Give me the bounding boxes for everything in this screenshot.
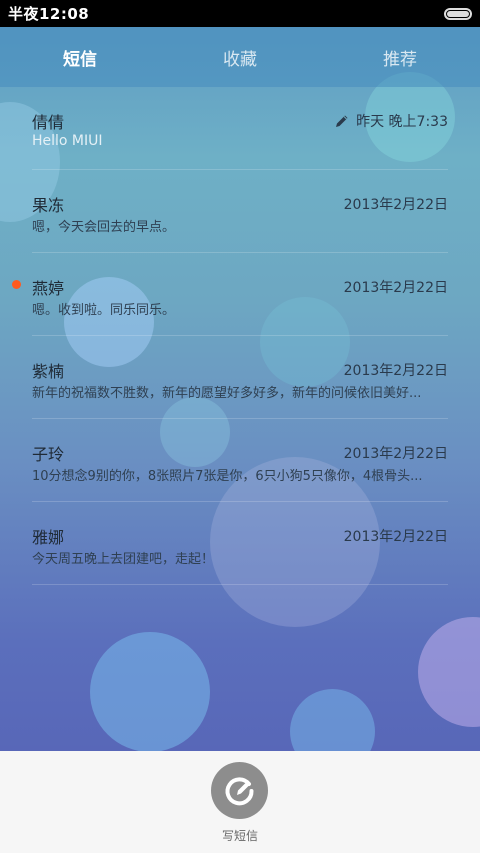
message-preview: 嗯，今天会回去的早点。 — [32, 220, 176, 235]
conversation-row-qianqian[interactable]: 倩倩 昨天 晚上7:33 Hello MIUI — [32, 87, 448, 170]
bokeh-decoration — [290, 689, 375, 751]
message-date: 2013年2月22日 — [343, 529, 448, 545]
conversation-row-yanting[interactable]: 燕婷 2013年2月22日 嗯。收到啦。同乐同乐。 — [12, 253, 448, 336]
compose-icon — [225, 776, 254, 805]
status-bar: 半夜12:08 — [0, 0, 480, 27]
compose-button[interactable] — [211, 762, 268, 819]
message-date: 昨天 晚上7:33 — [334, 111, 448, 131]
status-time: 半夜12:08 — [8, 5, 90, 23]
contact-name: 燕婷 — [32, 279, 65, 298]
message-date: 2013年2月22日 — [343, 197, 448, 213]
date-text: 昨天 晚上7:33 — [356, 114, 448, 130]
message-date: 2013年2月22日 — [343, 280, 448, 296]
message-preview: 嗯。收到啦。同乐同乐。 — [32, 303, 176, 318]
pencil-icon — [336, 115, 348, 127]
tab-bar: 短信 收藏 推荐 — [0, 27, 480, 87]
conversation-row-ziling[interactable]: 子玲 2013年2月22日 10分想念9别的你，8张照片7张是你，6只小狗5只像… — [32, 419, 448, 502]
unread-dot-icon — [12, 280, 21, 289]
message-date: 2013年2月22日 — [343, 446, 448, 462]
bokeh-decoration — [90, 632, 210, 751]
compose-label: 写短信 — [221, 829, 258, 843]
battery-icon — [444, 7, 472, 20]
message-preview: 新年的祝福数不胜数，新年的愿望好多好多，新年的问候依旧美好... — [32, 386, 422, 401]
conversation-row-zinan[interactable]: 紫楠 2013年2月22日 新年的祝福数不胜数，新年的愿望好多好多，新年的问候依… — [32, 336, 448, 419]
message-preview: 今天周五晚上去团建吧，走起！ — [32, 552, 215, 567]
contact-name: 倩倩 — [32, 113, 65, 132]
bottom-bar: 写短信 — [0, 751, 480, 853]
contact-name: 紫楠 — [32, 362, 65, 381]
conversation-row-yana[interactable]: 雅娜 2013年2月22日 今天周五晚上去团建吧，走起！ — [32, 502, 448, 585]
contact-name: 果冻 — [32, 196, 65, 215]
contact-name: 子玲 — [32, 445, 65, 464]
message-preview: Hello MIUI — [32, 133, 103, 149]
tab-favorites[interactable]: 收藏 — [160, 45, 320, 70]
contact-name: 雅娜 — [32, 528, 65, 547]
conversation-list: 倩倩 昨天 晚上7:33 Hello MIUI 果冻 2013年2月22日 嗯，… — [0, 87, 480, 585]
conversation-row-guodong[interactable]: 果冻 2013年2月22日 嗯，今天会回去的早点。 — [32, 170, 448, 253]
app-area: 短信 收藏 推荐 倩倩 昨天 晚上7:33 Hello MIUI 果冻 2013… — [0, 27, 480, 751]
tab-recommended[interactable]: 推荐 — [320, 45, 480, 70]
bokeh-decoration — [418, 617, 480, 727]
message-preview: 10分想念9别的你，8张照片7张是你，6只小狗5只像你，4根骨头... — [32, 469, 423, 484]
tab-messages[interactable]: 短信 — [0, 45, 160, 70]
message-date: 2013年2月22日 — [343, 363, 448, 379]
